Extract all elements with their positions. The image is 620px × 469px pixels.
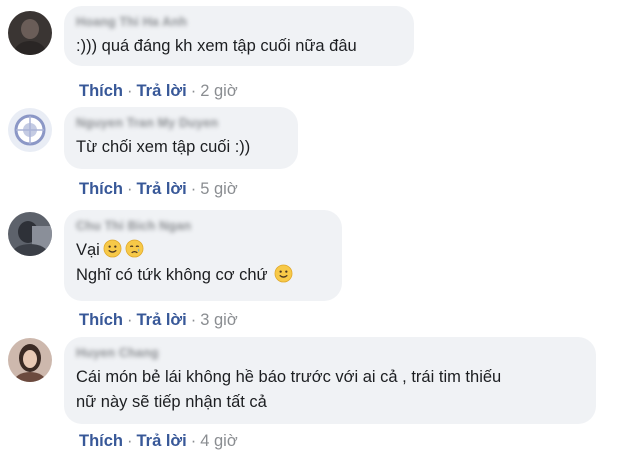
comment-bubble: Huyen Chang Cái món bẻ lái không hề báo … xyxy=(64,337,596,424)
separator-dot: · xyxy=(127,82,133,100)
comment-bubble: Chu Thi Bich Ngan Vại Nghĩ có tứk không … xyxy=(64,210,342,301)
like-button[interactable]: Thích xyxy=(79,432,123,450)
separator-dot: · xyxy=(190,432,197,450)
comment-timestamp[interactable]: 2 giờ xyxy=(200,82,237,100)
comment-actions: Thích · Trả lời · 4 giờ xyxy=(79,431,238,451)
comment-text: Vại xyxy=(76,241,100,259)
avatar[interactable] xyxy=(8,212,52,256)
comment-author[interactable]: Huyen Chang xyxy=(76,345,584,361)
separator-dot: · xyxy=(190,311,197,329)
comment-text: Nghĩ có tứk không cơ chứ xyxy=(76,266,268,284)
comment-text: :))) quá đáng kh xem tập cuối nữa đâu xyxy=(76,37,357,55)
separator-dot: · xyxy=(127,432,133,450)
comment-timestamp[interactable]: 4 giờ xyxy=(200,432,237,450)
reply-button[interactable]: Trả lời xyxy=(137,82,187,100)
separator-dot: · xyxy=(190,82,197,100)
comment-bubble: Nguyen Tran My Duyen Từ chối xem tập cuố… xyxy=(64,107,298,169)
comment-actions: Thích · Trả lời · 3 giờ xyxy=(79,310,238,330)
reply-button[interactable]: Trả lời xyxy=(137,180,187,198)
reply-button[interactable]: Trả lời xyxy=(137,432,187,450)
avatar[interactable] xyxy=(8,108,52,152)
reply-button[interactable]: Trả lời xyxy=(137,311,187,329)
comment-actions: Thích · Trả lời · 5 giờ xyxy=(79,179,238,199)
like-button[interactable]: Thích xyxy=(79,180,123,198)
avatar[interactable] xyxy=(8,338,52,382)
comment-author[interactable]: Chu Thi Bich Ngan xyxy=(76,218,330,234)
crying-face-icon xyxy=(125,239,144,258)
comment-author[interactable]: Nguyen Tran My Duyen xyxy=(76,115,286,131)
comment-actions: Thích · Trả lời · 2 giờ xyxy=(79,81,238,101)
like-button[interactable]: Thích xyxy=(79,311,123,329)
comment-text-line: Nghĩ có tứk không cơ chứ xyxy=(76,263,330,288)
slightly-smiling-face-icon xyxy=(274,264,293,283)
comment-text: nữ này sẽ tiếp nhận tất cả xyxy=(76,393,267,411)
separator-dot: · xyxy=(190,180,197,198)
comment-author[interactable]: Hoang Thi Ha Anh xyxy=(76,14,402,30)
comment-timestamp[interactable]: 5 giờ xyxy=(200,180,237,198)
comment-text-line: Vại xyxy=(76,238,330,263)
comment-timestamp[interactable]: 3 giờ xyxy=(200,311,237,329)
separator-dot: · xyxy=(127,311,133,329)
comment-bubble: Hoang Thi Ha Anh :))) quá đáng kh xem tậ… xyxy=(64,6,414,66)
like-button[interactable]: Thích xyxy=(79,82,123,100)
avatar[interactable] xyxy=(8,11,52,55)
comment-text: Từ chối xem tập cuối :)) xyxy=(76,138,251,156)
slightly-smiling-face-icon xyxy=(103,239,122,258)
separator-dot: · xyxy=(127,180,133,198)
comment-text: Cái món bẻ lái không hề báo trước với ai… xyxy=(76,368,502,386)
